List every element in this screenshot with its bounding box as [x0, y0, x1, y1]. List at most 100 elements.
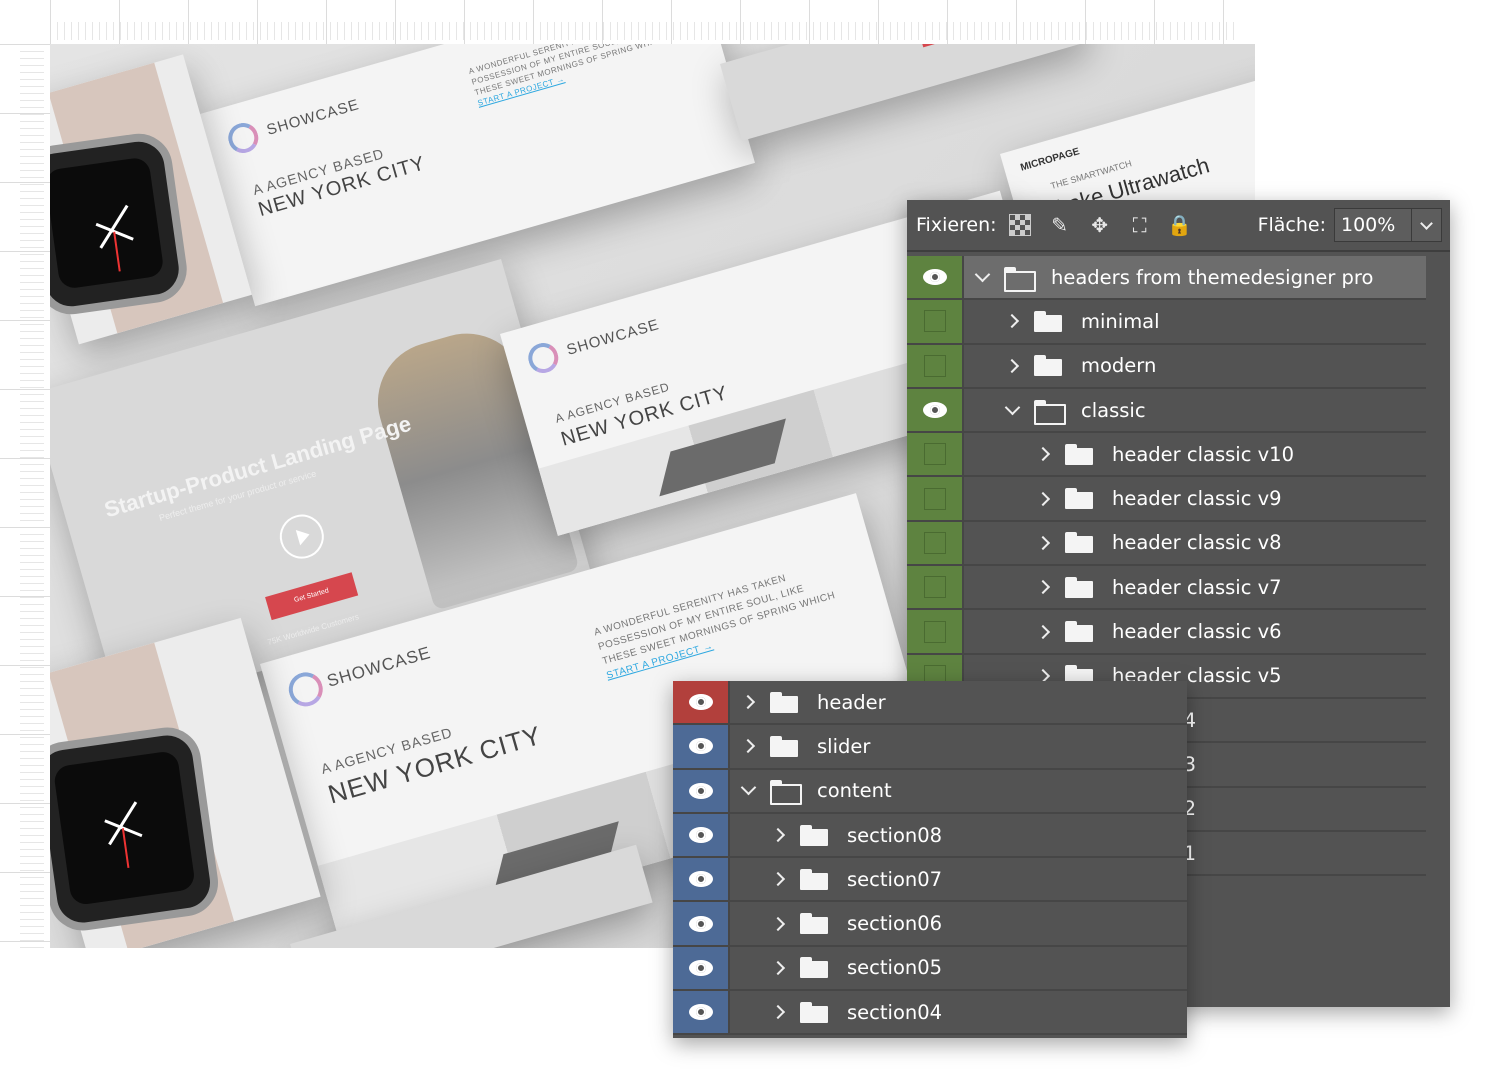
expand-arrow-right-icon[interactable]	[1033, 622, 1053, 642]
move-lock-icon[interactable]: ✥	[1089, 213, 1111, 237]
layer-row-header-classic-v9[interactable]: header classic v9	[907, 477, 1426, 522]
visibility-toggle[interactable]	[907, 477, 964, 520]
layer-name[interactable]: classic	[1081, 399, 1146, 422]
visibility-toggle[interactable]	[673, 813, 730, 857]
layer-name[interactable]: header classic v7	[1112, 576, 1282, 599]
layer-name[interactable]: section07	[847, 868, 942, 891]
folder-icon	[1065, 532, 1093, 554]
layer-name[interactable]: modern	[1081, 354, 1156, 377]
fill-input[interactable]: 100%	[1334, 208, 1442, 242]
expand-arrow-right-icon[interactable]	[1033, 577, 1053, 597]
visibility-toggle[interactable]	[673, 858, 730, 901]
folder-icon	[770, 735, 798, 757]
expand-arrow-right-icon[interactable]	[768, 825, 788, 845]
visibility-toggle[interactable]	[673, 725, 730, 768]
layer-name[interactable]: header	[817, 691, 886, 714]
folder-icon	[800, 868, 828, 890]
expand-arrow-down-icon[interactable]	[972, 266, 992, 287]
expand-arrow-down-icon[interactable]	[1002, 399, 1022, 420]
layer-name[interactable]: section08	[847, 824, 942, 847]
padlock-icon[interactable]: 🔒	[1167, 213, 1192, 237]
visibility-toggle[interactable]	[907, 566, 964, 609]
layer-name[interactable]: section04	[847, 1001, 942, 1024]
watch-top-icon	[50, 129, 192, 319]
layer-name[interactable]: section06	[847, 912, 942, 935]
layer-name[interactable]: content	[817, 779, 892, 802]
visibility-toggle[interactable]	[907, 300, 964, 343]
layer-row-classic[interactable]: classic	[907, 388, 1426, 434]
watch-bottom-icon	[50, 723, 223, 935]
folder-open-icon	[770, 780, 802, 806]
layer-row-section07[interactable]: section07	[673, 858, 1187, 903]
visibility-toggle[interactable]	[673, 991, 730, 1034]
expand-arrow-right-icon[interactable]	[738, 692, 758, 712]
eye-icon	[688, 694, 713, 711]
layer-row-slider[interactable]: slider	[673, 725, 1187, 770]
mockup-tagline-text: A wonderful serenity has taken possessio…	[467, 44, 666, 98]
layer-name[interactable]: header classic v9	[1112, 487, 1282, 510]
folder-icon	[800, 1001, 828, 1023]
folder-icon	[800, 957, 828, 979]
visibility-toggle[interactable]	[907, 388, 964, 432]
layer-row-header-classic-v8[interactable]: header classic v8	[907, 521, 1426, 567]
layer-row-header-classic-v10[interactable]: header classic v10	[907, 433, 1426, 478]
layer-name[interactable]: header classic v8	[1112, 531, 1282, 554]
eye-icon	[688, 871, 713, 888]
layer-name[interactable]: slider	[817, 735, 870, 758]
expand-arrow-right-icon[interactable]	[768, 914, 788, 934]
layer-name[interactable]: minimal	[1081, 310, 1160, 333]
visibility-toggle[interactable]	[673, 681, 730, 724]
visibility-toggle[interactable]	[907, 610, 964, 653]
eye-icon	[922, 269, 947, 286]
layer-row-header-classic-v7[interactable]: header classic v7	[907, 566, 1426, 611]
expand-arrow-right-icon[interactable]	[1033, 533, 1053, 553]
expand-arrow-down-icon[interactable]	[738, 779, 758, 801]
expand-arrow-right-icon[interactable]	[1033, 489, 1053, 509]
showcase-logo-icon	[284, 668, 327, 711]
layer-row-header[interactable]: header	[673, 681, 1187, 726]
visibility-toggle[interactable]	[673, 946, 730, 990]
mockup-cta-button: Get Started	[917, 44, 1001, 48]
fill-value[interactable]: 100%	[1335, 214, 1411, 236]
layer-name[interactable]: headers from themedesigner pro	[1051, 266, 1373, 289]
expand-arrow-right-icon[interactable]	[1033, 444, 1053, 464]
eye-icon	[688, 915, 713, 932]
layer-row-header-classic-v6[interactable]: header classic v6	[907, 610, 1426, 655]
layer-row-headers-from-themedesigner-pro[interactable]: headers from themedesigner pro	[907, 256, 1426, 301]
visibility-toggle[interactable]	[673, 902, 730, 945]
artboard-lock-icon[interactable]: ⛶	[1129, 213, 1151, 237]
folder-open-icon	[1034, 399, 1066, 425]
expand-arrow-right-icon[interactable]	[768, 1002, 788, 1022]
layer-row-content[interactable]: content	[673, 769, 1187, 814]
layer-name[interactable]: header classic v6	[1112, 620, 1282, 643]
hidden-layer-box-icon	[923, 620, 946, 643]
visibility-toggle[interactable]	[907, 344, 964, 387]
layers-scrollbar[interactable]	[1426, 256, 1450, 1007]
layer-name[interactable]: section05	[847, 956, 942, 979]
layer-row-section06[interactable]: section06	[673, 902, 1187, 947]
eye-icon	[688, 738, 713, 755]
folder-icon	[1065, 443, 1093, 465]
visibility-toggle[interactable]	[673, 769, 730, 812]
layer-row-section08[interactable]: section08	[673, 813, 1187, 859]
expand-arrow-right-icon[interactable]	[1002, 311, 1022, 331]
expand-arrow-right-icon[interactable]	[1002, 356, 1022, 376]
layers-panel-front: header slider content section08 section07 sec…	[673, 681, 1187, 1038]
fill-dropdown-button[interactable]	[1411, 209, 1441, 241]
expand-arrow-right-icon[interactable]	[768, 869, 788, 889]
mockup-photo-title: Startup-Product Landing Page	[101, 410, 414, 523]
layer-row-section04[interactable]: section04	[673, 991, 1187, 1036]
brush-lock-icon[interactable]: ✎	[1049, 213, 1071, 237]
visibility-toggle[interactable]	[907, 256, 964, 299]
visibility-toggle[interactable]	[907, 433, 964, 476]
expand-arrow-right-icon[interactable]	[768, 958, 788, 978]
layer-row-minimal[interactable]: minimal	[907, 300, 1426, 345]
layer-row-modern[interactable]: modern	[907, 344, 1426, 389]
visibility-toggle[interactable]	[907, 521, 964, 565]
mockup-tagline: A wonderful serenity has taken possessio…	[592, 557, 849, 684]
layer-row-section05[interactable]: section05	[673, 946, 1187, 992]
expand-arrow-right-icon[interactable]	[738, 736, 758, 756]
transparency-lock-icon[interactable]	[1008, 214, 1031, 236]
eye-icon	[688, 827, 713, 844]
layer-name[interactable]: header classic v10	[1112, 443, 1294, 466]
